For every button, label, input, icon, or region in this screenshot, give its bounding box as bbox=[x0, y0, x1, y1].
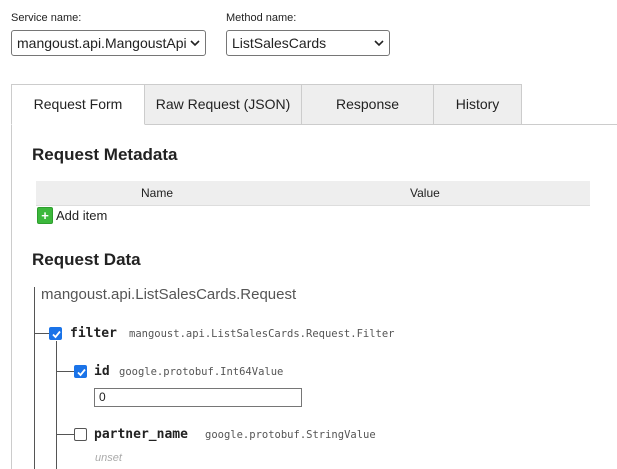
chevron-down-icon bbox=[190, 40, 200, 47]
checkmark-icon bbox=[52, 330, 61, 339]
plus-icon: + bbox=[37, 207, 53, 224]
tab-request-form[interactable]: Request Form bbox=[11, 84, 145, 125]
metadata-col-value: Value bbox=[410, 186, 440, 200]
partner-name-field-name: partner_name bbox=[94, 427, 188, 442]
service-label: Service name: bbox=[11, 12, 82, 24]
id-field-type: google.protobuf.Int64Value bbox=[119, 366, 284, 378]
tree-branch bbox=[34, 333, 49, 334]
id-value-input[interactable]: 0 bbox=[94, 388, 302, 407]
service-select-value: mangoust.api.MangoustApi bbox=[17, 35, 187, 51]
method-field: Method name: ListSalesCards bbox=[226, 12, 390, 56]
partner-name-checkbox[interactable] bbox=[74, 428, 87, 441]
checkmark-icon bbox=[77, 368, 86, 377]
method-select[interactable]: ListSalesCards bbox=[226, 30, 390, 56]
partner-name-unset: unset bbox=[95, 452, 122, 464]
filter-checkbox[interactable] bbox=[49, 327, 62, 340]
chevron-down-icon bbox=[374, 40, 384, 47]
add-item-label: Add item bbox=[56, 208, 108, 223]
tree-branch bbox=[56, 371, 74, 372]
method-label: Method name: bbox=[226, 12, 297, 24]
message-type-label: mangoust.api.ListSalesCards.Request bbox=[41, 286, 297, 303]
grpc-ui-page: Service name: mangoust.api.MangoustApi M… bbox=[0, 0, 617, 469]
tree-branch bbox=[56, 434, 74, 435]
method-select-value: ListSalesCards bbox=[232, 35, 327, 51]
service-select[interactable]: mangoust.api.MangoustApi bbox=[11, 30, 206, 56]
tab-response[interactable]: Response bbox=[301, 84, 434, 125]
tab-raw-request[interactable]: Raw Request (JSON) bbox=[144, 84, 302, 125]
metadata-col-name: Name bbox=[141, 186, 174, 200]
request-metadata-heading: Request Metadata bbox=[32, 145, 178, 164]
panel-border bbox=[11, 124, 12, 469]
filter-field-type: mangoust.api.ListSalesCards.Request.Filt… bbox=[129, 328, 395, 340]
tree-line bbox=[34, 287, 35, 469]
metadata-table-header: Name Value bbox=[36, 181, 590, 206]
id-checkbox[interactable] bbox=[74, 365, 87, 378]
service-field: Service name: mangoust.api.MangoustApi bbox=[11, 12, 206, 56]
filter-field-name: filter bbox=[70, 326, 117, 341]
tab-history[interactable]: History bbox=[433, 84, 522, 125]
id-field-name: id bbox=[94, 364, 110, 379]
partner-name-field-type: google.protobuf.StringValue bbox=[205, 429, 376, 441]
request-data-heading: Request Data bbox=[32, 250, 141, 269]
tab-bar: Request Form Raw Request (JSON) Response… bbox=[11, 84, 617, 125]
tree-line bbox=[56, 341, 57, 469]
